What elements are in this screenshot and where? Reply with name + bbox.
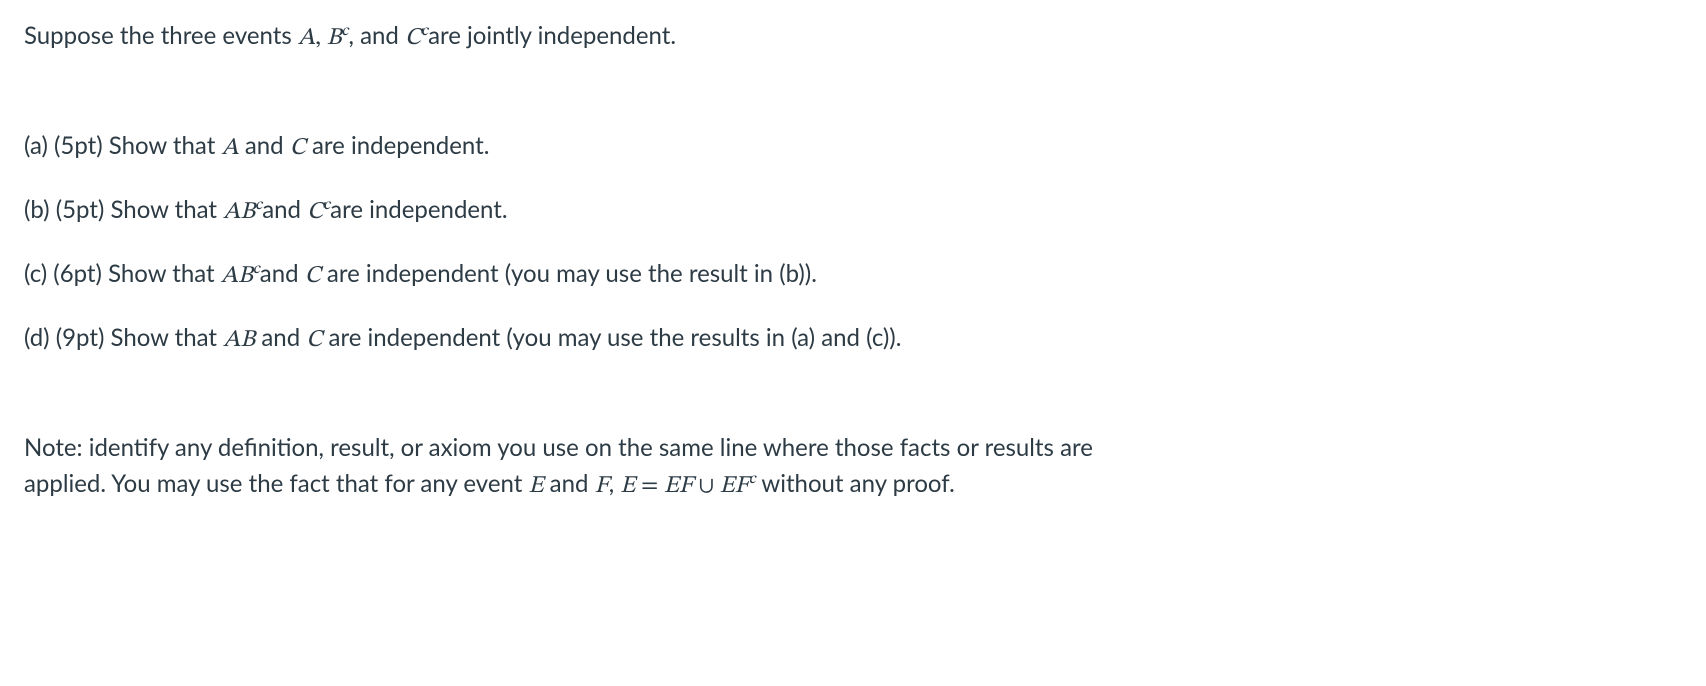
intro-and: , and: [349, 21, 406, 50]
var-C: C: [305, 264, 321, 288]
part-b-mid: and: [262, 195, 307, 224]
part-c-label: (c) (6pt) Show that: [24, 259, 221, 288]
sup-c: c: [342, 23, 349, 39]
note-text: Note: identify any definition, result, o…: [24, 430, 1682, 504]
intro-text: Suppose the three events A, Bc, and Ccar…: [24, 18, 1682, 56]
var-C: C: [290, 136, 306, 160]
comma: ,: [315, 26, 327, 50]
part-d-mid: and: [255, 323, 306, 352]
var-C: C: [306, 328, 322, 352]
part-a: (a) (5pt) Show that A and C are independ…: [24, 128, 1682, 166]
part-d: (d) (9pt) Show that AB and C are indepen…: [24, 320, 1682, 358]
intro-pre: Suppose the three events: [24, 21, 298, 50]
var-E2: E: [620, 474, 635, 498]
var-AB: AB: [223, 328, 255, 352]
var-AB: AB: [221, 264, 253, 288]
note-pre: applied. You may use the fact that for a…: [24, 469, 528, 498]
part-c-mid: and: [260, 259, 305, 288]
var-EF: EF: [664, 474, 693, 498]
part-d-post: are independent (you may use the results…: [322, 323, 901, 352]
note-comma: ,: [609, 469, 621, 498]
part-c: (c) (6pt) Show that ABcand C are indepen…: [24, 256, 1682, 294]
part-a-label: (a) (5pt) Show that: [24, 131, 221, 160]
sup-c: c: [253, 261, 260, 277]
part-b: (b) (5pt) Show that ABcand Ccare indepen…: [24, 192, 1682, 230]
part-c-post: are independent (you may use the result …: [321, 259, 817, 288]
var-AB: AB: [223, 200, 255, 224]
note-and: and: [544, 469, 595, 498]
part-b-post: are independent.: [330, 195, 507, 224]
var-F: F: [595, 474, 609, 498]
part-d-label: (d) (9pt) Show that: [24, 323, 223, 352]
note-line2: applied. You may use the fact that for a…: [24, 466, 1682, 504]
intro-post: are jointly independent.: [428, 21, 676, 50]
note-post: without any proof.: [756, 469, 955, 498]
note-line1: Note: identify any definition, result, o…: [24, 430, 1682, 466]
part-a-mid: and: [239, 131, 290, 160]
var-C: C: [307, 200, 323, 224]
var-EF2: EF: [720, 474, 749, 498]
var-A: A: [298, 26, 315, 50]
sup-c: c: [749, 471, 756, 487]
part-b-label: (b) (5pt) Show that: [24, 195, 223, 224]
part-a-post: are independent.: [306, 131, 490, 160]
var-A: A: [221, 136, 238, 160]
var-E: E: [528, 474, 543, 498]
cup: ∪: [693, 474, 720, 498]
var-B: B: [327, 26, 342, 50]
var-C: C: [405, 26, 421, 50]
eq: =: [635, 474, 664, 498]
